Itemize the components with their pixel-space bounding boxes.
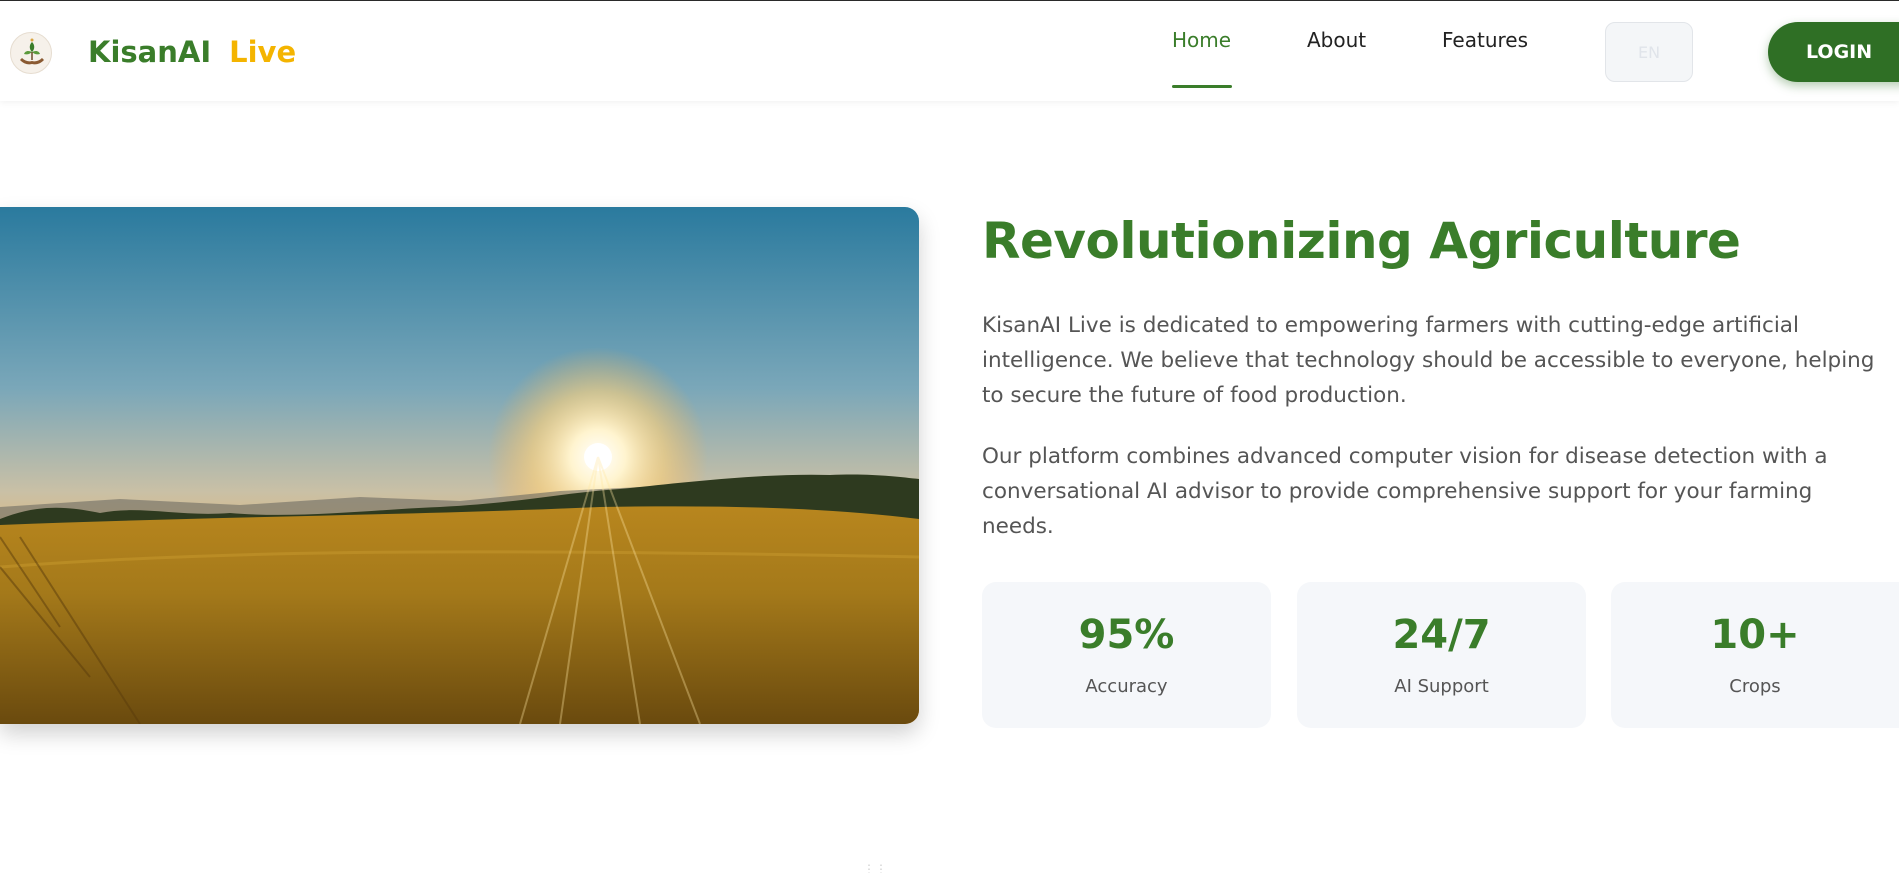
stat-value: 24/7 <box>1392 612 1491 658</box>
brand-accent: Live <box>229 35 297 69</box>
login-button[interactable]: LOGIN <box>1768 22 1899 82</box>
scroll-indicator-icon[interactable]: ⋮⋮ <box>860 862 890 873</box>
stat-label: AI Support <box>1394 676 1489 697</box>
hands-plant-logo-icon[interactable] <box>10 32 52 74</box>
language-selector[interactable]: EN <box>1605 22 1693 82</box>
site-header: KisanAI Live Home About Features EN LOGI… <box>0 1 1899 101</box>
page-title: Revolutionizing Agriculture <box>982 212 1741 270</box>
nav-about-link[interactable]: About <box>1307 25 1366 55</box>
stat-card-accuracy: 95% Accuracy <box>982 582 1271 728</box>
about-paragraph-1: KisanAI Live is dedicated to empowering … <box>982 313 1875 408</box>
nav-features-link[interactable]: Features <box>1442 25 1528 55</box>
stat-value: 95% <box>1078 612 1175 658</box>
stat-label: Crops <box>1729 676 1781 697</box>
stat-value: 10+ <box>1710 612 1800 658</box>
nav-active-indicator <box>1172 85 1232 88</box>
brand-name: KisanAI <box>88 35 212 69</box>
wheat-field-sunset-image <box>0 207 919 724</box>
about-paragraph-2: Our platform combines advanced computer … <box>982 444 1828 539</box>
brand-wordmark[interactable]: KisanAI Live <box>88 32 296 72</box>
stat-card-crops: 10+ Crops <box>1611 582 1899 728</box>
stat-label: Accuracy <box>1085 676 1168 697</box>
nav-home-link[interactable]: Home <box>1172 25 1231 55</box>
stat-card-ai-support: 24/7 AI Support <box>1297 582 1586 728</box>
